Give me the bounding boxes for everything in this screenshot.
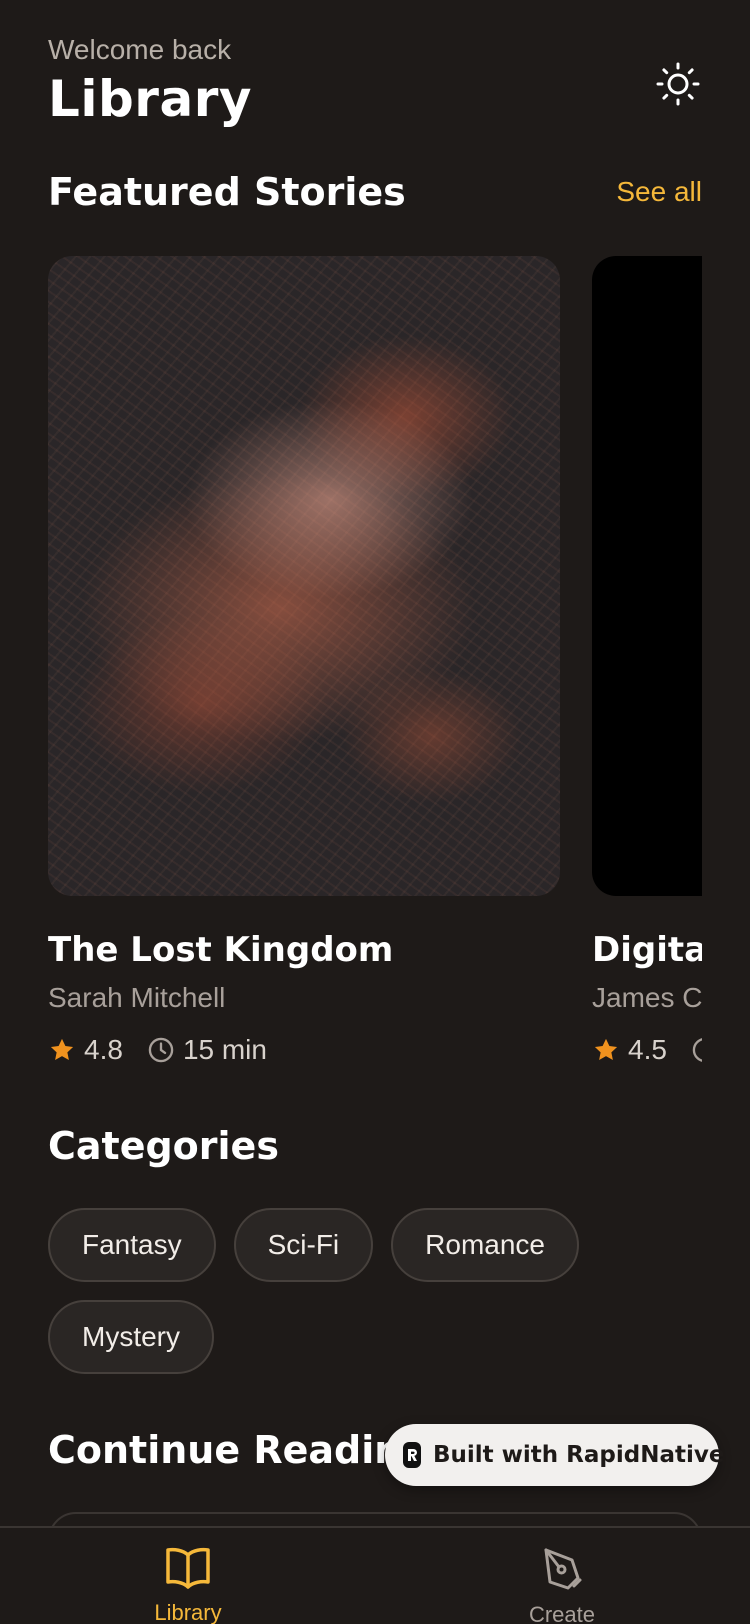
story-cover-image [592,256,702,896]
star-icon [50,1038,74,1061]
book-open-icon [166,1547,210,1589]
duration [691,1036,702,1064]
built-with-badge[interactable]: Built with RapidNative [385,1424,724,1486]
rating: 4.5 [592,1034,667,1066]
header: Welcome back Library [48,34,702,134]
rating-value: 4.8 [84,1034,123,1065]
pen-nib-icon [544,1548,582,1590]
featured-carousel[interactable]: The Lost Kingdom Sarah Mitchell 4.8 15 m… [48,256,702,1076]
category-chip-romance[interactable]: Romance [391,1208,579,1282]
duration: 15 min [147,1034,267,1066]
story-meta: 4.8 15 min [48,1034,560,1066]
tab-bar: Library Create [0,1526,750,1624]
story-title: The Lost Kingdom [48,930,394,970]
page-title: Library [48,70,252,128]
duration-value: 15 min [182,1034,267,1065]
tab-create[interactable]: Create [487,1546,637,1624]
badge-text: Built with RapidNative [433,1442,725,1468]
category-chip-fantasy[interactable]: Fantasy [48,1208,216,1282]
story-author: Sarah Mitchell [48,982,226,1013]
tab-library[interactable]: Library [113,1546,263,1624]
see-all-link[interactable]: See all [616,176,702,208]
featured-section-header: Featured Stories See all [48,170,702,214]
category-chips: Fantasy Sci-Fi Romance Mystery [48,1208,702,1374]
story-card[interactable]: The Lost Kingdom Sarah Mitchell 4.8 15 m… [48,256,560,1066]
story-card[interactable]: Digital James Ch 4.5 [592,256,702,1066]
categories-title: Categories [48,1124,279,1168]
story-title: Digital [592,930,702,970]
rating-value: 4.5 [628,1034,667,1065]
clock-icon [148,1037,174,1063]
star-icon [594,1038,618,1061]
categories-section-header: Categories [48,1124,702,1168]
category-chip-mystery[interactable]: Mystery [48,1300,214,1374]
continue-reading-title: Continue Reading [48,1428,429,1472]
rapidnative-logo-icon [403,1442,421,1468]
welcome-text: Welcome back [48,34,232,65]
featured-title: Featured Stories [48,170,406,214]
sun-icon [656,62,700,106]
tab-label: Library [154,1600,222,1624]
story-meta: 4.5 [592,1034,702,1066]
clock-icon [692,1038,702,1062]
tab-label: Create [528,1602,596,1624]
category-chip-sci-fi[interactable]: Sci-Fi [233,1208,374,1282]
rating: 4.8 [48,1034,123,1066]
theme-toggle-button[interactable] [654,60,702,108]
story-cover-image [48,256,560,896]
story-author: James Ch [592,982,702,1013]
